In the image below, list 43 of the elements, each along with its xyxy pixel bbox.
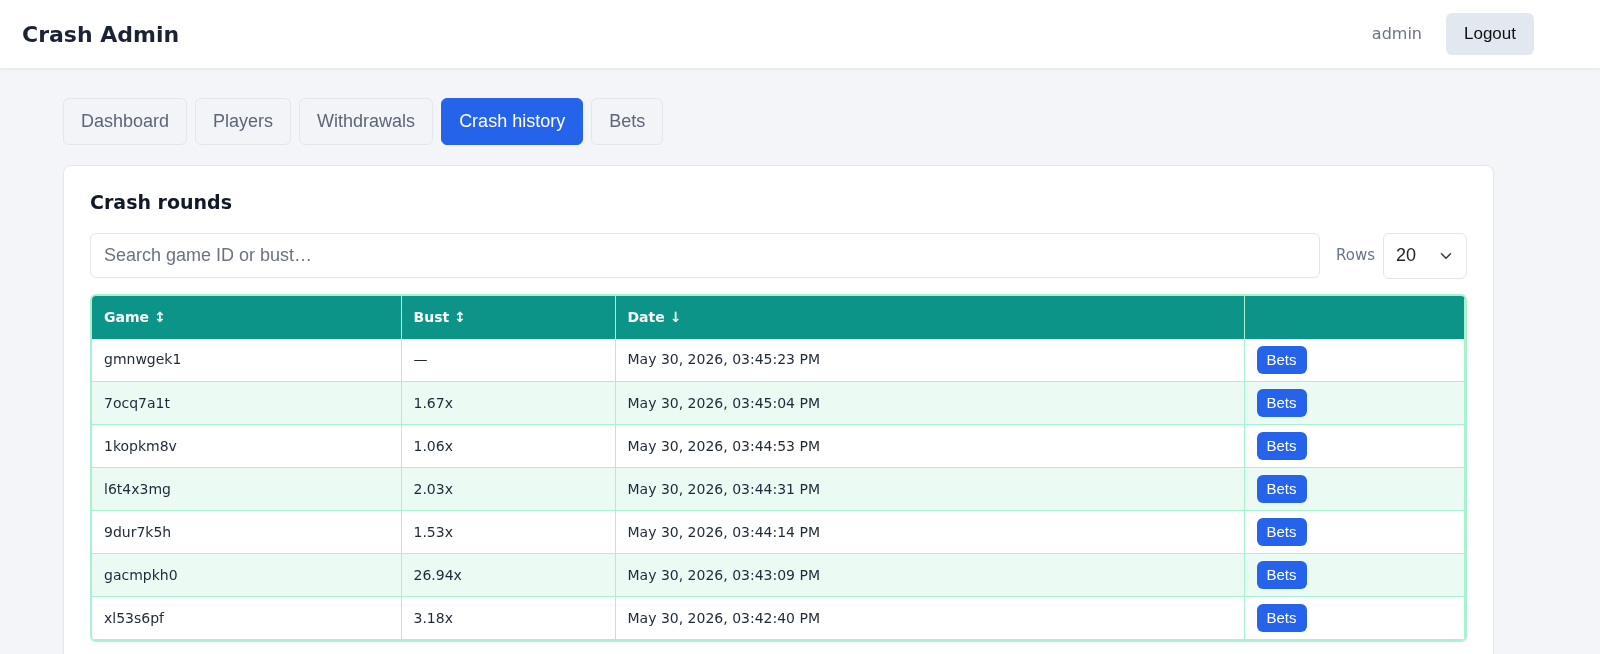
- table-cell: May 30, 2026, 03:44:53 PM: [615, 424, 1244, 468]
- nav-tab[interactable]: Players: [195, 98, 292, 145]
- table-cell: May 30, 2026, 03:44:31 PM: [615, 467, 1244, 511]
- bets-button[interactable]: Bets: [1256, 603, 1307, 633]
- table-cell: gmnwgek1: [92, 338, 401, 382]
- table-cell: 1.06x: [401, 424, 615, 468]
- table-cell: May 30, 2026, 03:45:23 PM: [615, 338, 1244, 382]
- column-header[interactable]: Date ↓: [615, 295, 1244, 339]
- table-cell: xl53s6pf: [92, 596, 401, 640]
- nav-tab[interactable]: Dashboard: [63, 98, 188, 145]
- nav-tab[interactable]: Crash history: [441, 98, 584, 145]
- table-cell: 26.94x: [401, 553, 615, 597]
- table-cell: May 30, 2026, 03:45:04 PM: [615, 381, 1244, 425]
- bets-button[interactable]: Bets: [1256, 388, 1307, 418]
- table-cell: 1.67x: [401, 381, 615, 425]
- table-cell: May 30, 2026, 03:44:14 PM: [615, 510, 1244, 554]
- table-cell: gacmpkh0: [92, 553, 401, 597]
- rows-select[interactable]: 20: [1383, 232, 1467, 279]
- bets-button[interactable]: Bets: [1256, 517, 1307, 547]
- bets-button[interactable]: Bets: [1256, 474, 1307, 504]
- table-cell: l6t4x3mg: [92, 467, 401, 511]
- table-cell: May 30, 2026, 03:43:09 PM: [615, 553, 1244, 597]
- app-title: Crash Admin: [22, 20, 180, 49]
- table-cell: 9dur7k5h: [92, 510, 401, 554]
- table-cell: 1kopkm8v: [92, 424, 401, 468]
- column-header[interactable]: Game ↕: [92, 295, 401, 339]
- table-cell: 2.03x: [401, 467, 615, 511]
- bets-button[interactable]: Bets: [1256, 560, 1307, 590]
- logout-button[interactable]: Logout: [1446, 13, 1534, 55]
- column-header[interactable]: Bust ↕: [401, 295, 615, 339]
- table-cell: May 30, 2026, 03:42:40 PM: [615, 596, 1244, 640]
- table-cell: —: [401, 338, 615, 382]
- bets-button[interactable]: Bets: [1256, 345, 1307, 374]
- search-field[interactable]: Search game ID or bust…: [90, 233, 1320, 278]
- rows-label: Rows: [1336, 245, 1375, 267]
- bets-button[interactable]: Bets: [1256, 431, 1307, 461]
- table-cell: 1.53x: [401, 510, 615, 554]
- user-name: admin: [1371, 23, 1422, 45]
- table-cell: 3.18x: [401, 596, 615, 640]
- table-cell: 7ocq7a1t: [92, 381, 401, 425]
- panel-title: Crash rounds: [90, 190, 233, 215]
- nav-tab[interactable]: Bets: [591, 98, 664, 145]
- nav-tab[interactable]: Withdrawals: [299, 98, 434, 145]
